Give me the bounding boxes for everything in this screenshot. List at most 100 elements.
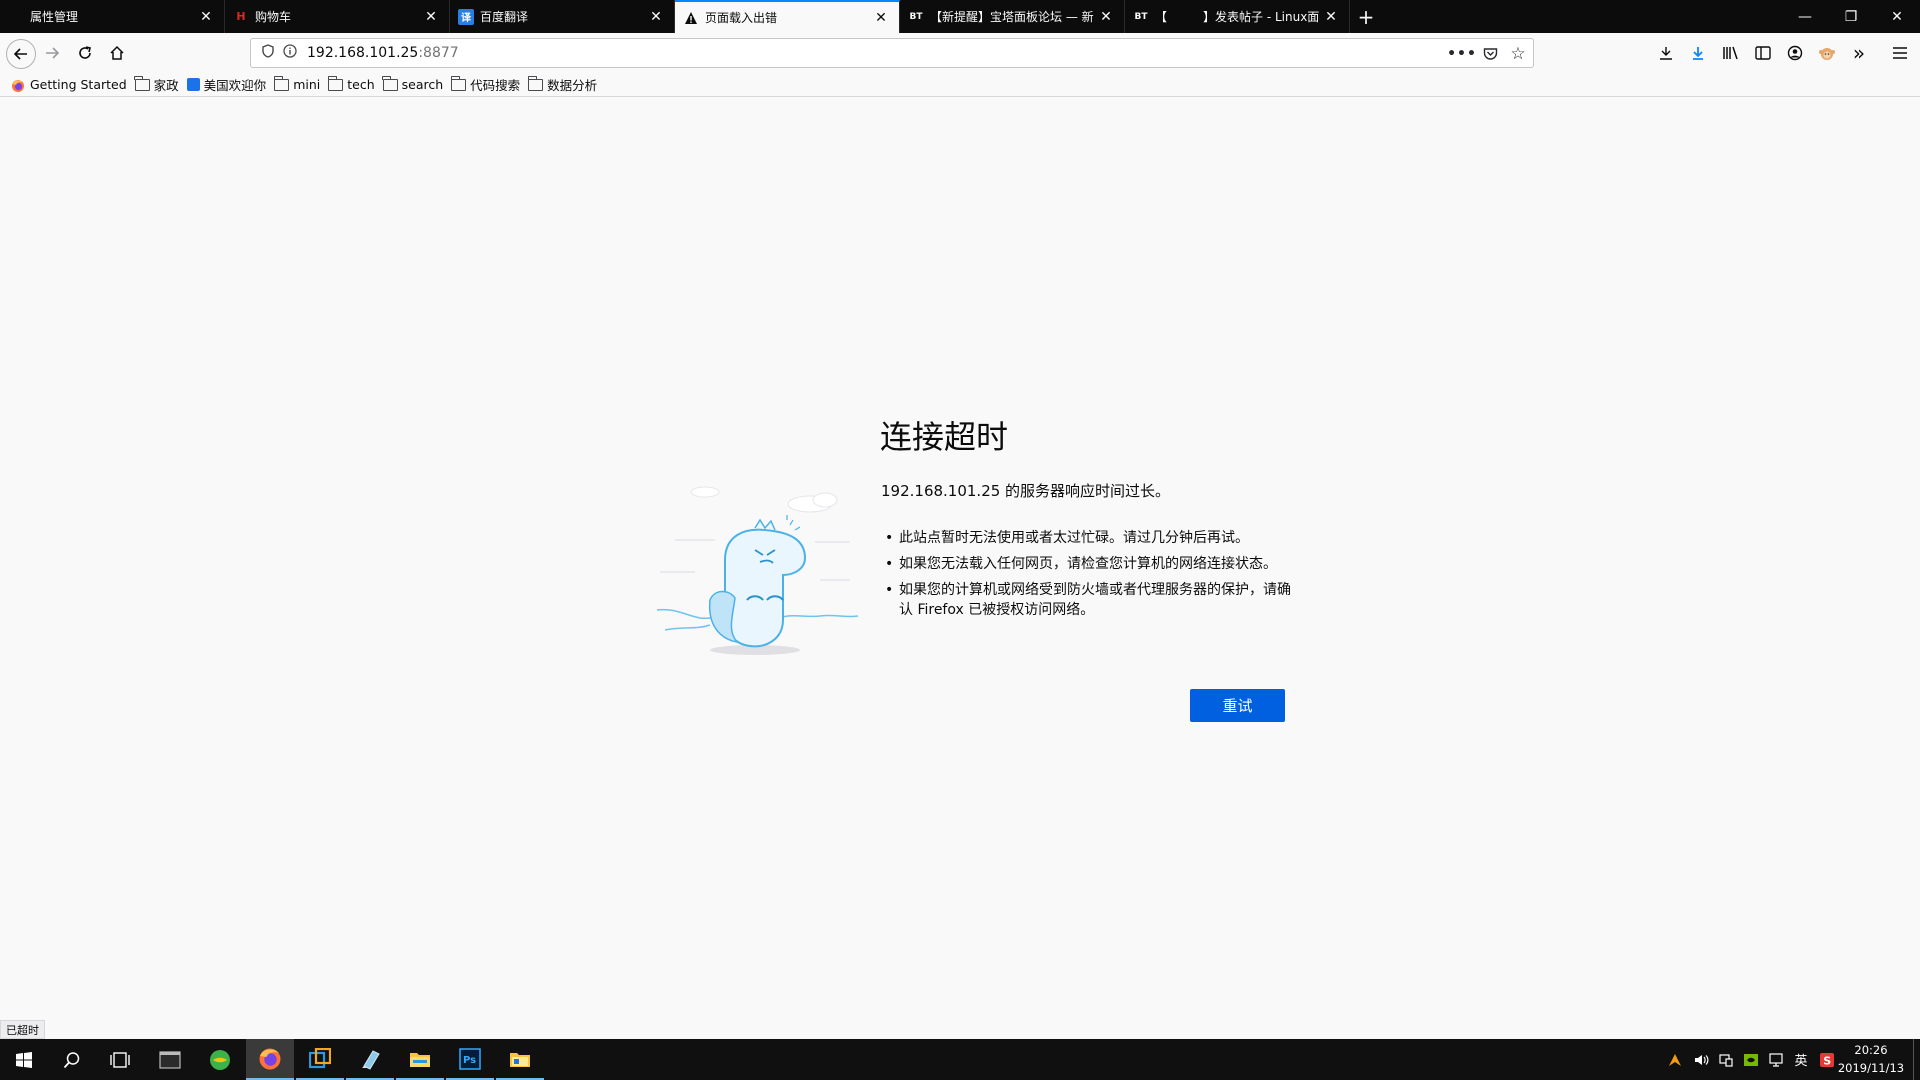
account-icon[interactable] — [1781, 39, 1809, 67]
network-icon[interactable] — [1764, 1039, 1788, 1080]
svg-text:Ps: Ps — [463, 1055, 476, 1066]
start-button[interactable] — [0, 1039, 48, 1080]
tab-label: 页面载入出错 — [705, 11, 778, 25]
reload-button[interactable] — [71, 39, 99, 67]
bookmark-getting-started[interactable]: Getting Started — [11, 77, 127, 92]
bookmark-label: Getting Started — [30, 77, 127, 92]
list-item: 如果您无法载入任何网页，请检查您计算机的网络连接状态。 — [885, 554, 1291, 574]
hamburger-menu-icon[interactable] — [1886, 39, 1914, 67]
bookmark-folder-data-analysis[interactable]: 数据分析 — [527, 75, 598, 94]
tab-attribute-management[interactable]: 属性管理 ✕ — [0, 0, 225, 33]
system-clock[interactable]: 20:26 2019/11/13 — [1836, 1041, 1906, 1077]
tab-page-load-error[interactable]: 页面载入出错 ✕ — [675, 0, 900, 33]
bookmark-folder-code-search[interactable]: 代码搜索 — [450, 75, 521, 94]
tab-bt-forum[interactable]: BT 【新提醒】宝塔面板论坛 — 新 ✕ — [900, 0, 1125, 33]
file-explorer-icon[interactable] — [396, 1039, 444, 1080]
tab-baidu-translate[interactable]: 译 百度翻译 ✕ — [450, 0, 675, 33]
close-icon[interactable]: ✕ — [196, 9, 216, 25]
input-language-indicator[interactable]: 英 — [1789, 1039, 1813, 1080]
tracking-shield-icon[interactable] — [257, 44, 279, 62]
minimize-button[interactable]: — — [1782, 0, 1828, 33]
url-text: 192.168.101.25:8877 — [307, 45, 459, 61]
downloads-icon[interactable] — [1684, 39, 1712, 67]
restore-button[interactable]: ❐ — [1828, 0, 1874, 33]
tab-label: 属性管理 — [30, 10, 79, 24]
close-icon[interactable]: ✕ — [646, 9, 666, 25]
bookmarks-toolbar: Getting Started 家政 美国欢迎你 mini tech searc… — [0, 73, 1920, 97]
bookmark-folder-search[interactable]: search — [382, 75, 444, 92]
warning-icon — [683, 10, 699, 26]
firefox-taskbar-icon[interactable] — [246, 1039, 294, 1080]
bookmark-folder-jiazheng[interactable]: 家政 — [134, 75, 179, 94]
retry-button[interactable]: 重试 — [1190, 689, 1285, 722]
explorer-window-icon[interactable] — [496, 1039, 544, 1080]
library-icon[interactable] — [1717, 39, 1745, 67]
terminal-app-icon[interactable] — [146, 1039, 194, 1080]
url-port: :8877 — [418, 45, 459, 61]
volume-icon[interactable] — [1689, 1039, 1713, 1080]
tab-shopping-cart[interactable]: H 购物车 ✕ — [225, 0, 450, 33]
dinosaur-illustration — [656, 486, 859, 655]
back-button[interactable] — [6, 39, 36, 69]
bt-icon: BT — [1134, 11, 1148, 22]
tray-app-icon[interactable] — [1663, 1039, 1687, 1080]
bookmark-label: 数据分析 — [547, 78, 598, 93]
status-bar: 已超时 — [0, 1020, 45, 1039]
folder-icon — [450, 75, 467, 91]
bookmark-label: search — [401, 77, 444, 92]
search-icon[interactable] — [48, 1039, 96, 1080]
close-icon[interactable]: ✕ — [871, 10, 891, 26]
show-desktop-button[interactable] — [1913, 1039, 1914, 1080]
bookmark-folder-tech[interactable]: tech — [327, 75, 375, 92]
bookmark-label: 美国欢迎你 — [203, 78, 267, 93]
site-icon — [186, 78, 200, 91]
bookmark-label: 家政 — [153, 78, 179, 93]
address-bar[interactable]: 192.168.101.25:8877 ••• ☆ — [250, 38, 1534, 68]
bookmark-meiguo[interactable]: 美国欢迎你 — [186, 75, 267, 94]
device-icon[interactable] — [1714, 1039, 1738, 1080]
close-window-button[interactable]: ✕ — [1874, 0, 1920, 33]
download-tray-icon[interactable] — [1652, 39, 1680, 67]
tab-bt-post[interactable]: BT 【 】发表帖子 - Linux面 ✕ — [1125, 0, 1350, 33]
photoshop-icon[interactable]: Ps — [446, 1039, 494, 1080]
browser-360-icon[interactable] — [196, 1039, 244, 1080]
new-tab-button[interactable]: + — [1350, 0, 1382, 33]
folder-icon — [273, 75, 290, 91]
overflow-menu-icon[interactable]: » — [1845, 39, 1873, 67]
forward-button[interactable] — [38, 39, 66, 67]
error-description: 192.168.101.25 的服务器响应时间过长。 — [881, 482, 1171, 500]
bookmark-label: mini — [293, 77, 321, 92]
page-icon — [8, 9, 24, 25]
list-item: 如果您的计算机或网络受到防火墙或者代理服务器的保护，请确认 Firefox 已被… — [885, 580, 1291, 620]
bookmark-label: 代码搜索 — [470, 78, 521, 93]
firefox-icon — [11, 79, 26, 92]
clock-time: 20:26 — [1854, 1043, 1888, 1057]
pocket-icon[interactable] — [1479, 43, 1501, 65]
sidebar-icon[interactable] — [1749, 39, 1777, 67]
folder-icon — [327, 75, 344, 91]
notepad-app-icon[interactable] — [346, 1039, 394, 1080]
task-view-icon[interactable] — [96, 1039, 144, 1080]
error-suggestions-list: 此站点暂时无法使用或者太过忙碌。请过几分钟后再试。 如果您无法载入任何网页，请检… — [885, 528, 1291, 626]
navigation-toolbar: 192.168.101.25:8877 ••• ☆ » — [0, 33, 1920, 73]
windows-taskbar: Ps 英 S 20:26 2019/11/13 — [0, 1039, 1920, 1080]
bookmark-folder-mini[interactable]: mini — [273, 75, 321, 92]
clock-date: 2019/11/13 — [1837, 1061, 1905, 1075]
tab-label: 【新提醒】宝塔面板论坛 — 新 — [930, 10, 1094, 24]
close-icon[interactable]: ✕ — [1096, 9, 1116, 25]
close-icon[interactable]: ✕ — [421, 9, 441, 25]
nvidia-icon[interactable] — [1739, 1039, 1763, 1080]
bookmark-star-icon[interactable]: ☆ — [1507, 43, 1529, 65]
home-button[interactable] — [103, 39, 131, 67]
url-host: 192.168.101.25 — [307, 45, 419, 61]
tab-label: 购物车 — [255, 10, 292, 24]
folder-icon — [382, 75, 398, 91]
page-actions-icon[interactable]: ••• — [1447, 43, 1476, 65]
close-icon[interactable]: ✕ — [1321, 9, 1341, 25]
extension-monkey-icon[interactable] — [1813, 39, 1841, 67]
svg-text:S: S — [1823, 1054, 1831, 1067]
vmware-icon[interactable] — [296, 1039, 344, 1080]
folder-icon — [134, 75, 150, 91]
site-info-icon[interactable] — [279, 44, 301, 62]
translate-icon: 译 — [458, 8, 474, 25]
